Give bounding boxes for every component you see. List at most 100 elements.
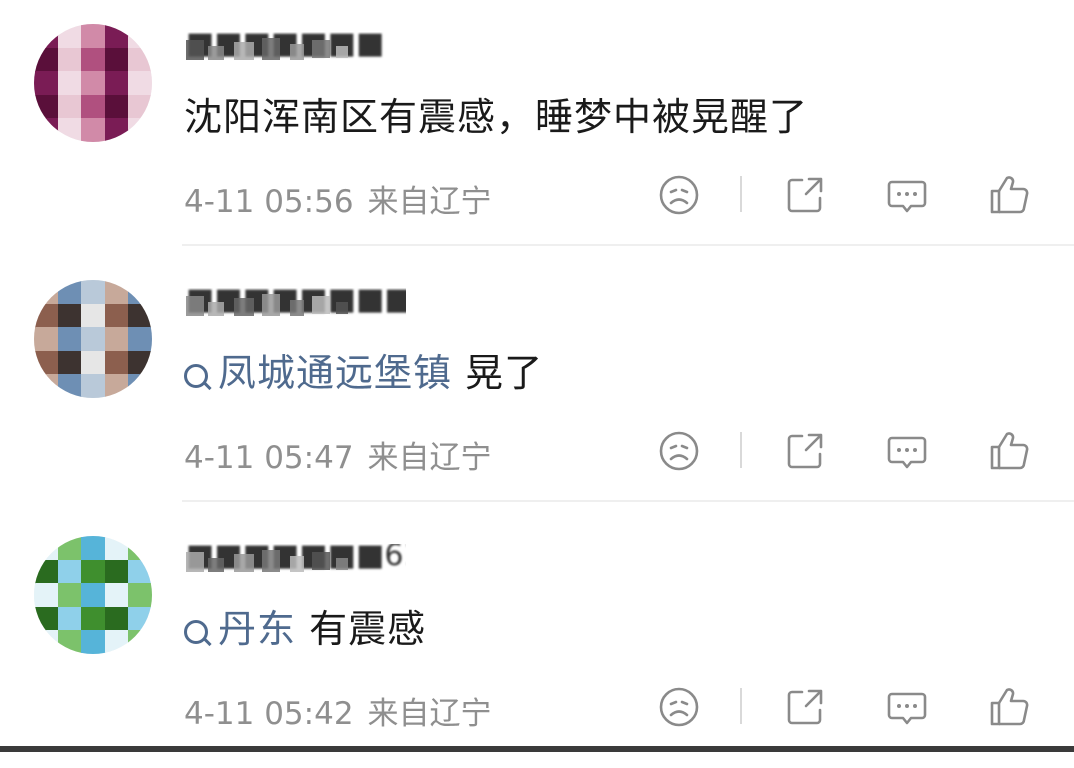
avatar-pixel (128, 630, 152, 654)
avatar-pixel (81, 374, 106, 398)
avatar-pixel (57, 327, 83, 352)
avatar-pixel (81, 303, 106, 329)
avatar-pixel (57, 47, 83, 73)
share-icon[interactable] (782, 684, 828, 730)
avatar-pixel (104, 350, 130, 376)
avatar-pixel (57, 118, 83, 142)
avatar-pixel (57, 280, 83, 305)
avatar-pixel (34, 630, 59, 654)
divider (182, 244, 1074, 246)
dislike-face-icon[interactable] (656, 172, 702, 218)
avatar-pixel (34, 583, 59, 608)
avatar-pixel (81, 350, 106, 376)
comment-text: 丹东 有震感 (184, 598, 426, 653)
avatar-pixel (128, 118, 152, 142)
username[interactable]: ■■■■■■■■ky (186, 288, 406, 318)
avatar-pixel (34, 71, 59, 96)
avatar-pixel (104, 71, 130, 96)
avatar-pixel (104, 24, 130, 49)
avatar-pixel (34, 280, 59, 305)
comment-icon[interactable] (884, 172, 930, 218)
avatar-pixel (128, 303, 152, 329)
comment-icon[interactable] (884, 684, 930, 730)
action-bar (650, 428, 1050, 474)
dislike-face-icon[interactable] (656, 428, 702, 474)
avatar-pixel (57, 94, 83, 120)
comment-meta: 4-11 05:47 来自辽宁 (184, 432, 506, 477)
avatar-pixel (104, 374, 130, 398)
bottom-edge (0, 746, 1074, 752)
avatar-pixel (104, 559, 130, 585)
avatar-pixel (128, 94, 152, 120)
avatar-pixel (34, 47, 59, 73)
location: 来自辽宁 (367, 696, 492, 732)
avatar-pixel (34, 350, 59, 376)
comment-text: 凤城通远堡镇 晃了 (184, 342, 543, 397)
avatar-pixel (34, 118, 59, 142)
like-thumb-icon[interactable] (986, 428, 1032, 474)
avatar-pixel (34, 536, 59, 561)
avatar[interactable] (34, 280, 152, 398)
action-bar (650, 172, 1050, 218)
timestamp: 4-11 05:47 (184, 440, 354, 476)
username-mosaic (290, 556, 304, 572)
avatar-pixel (81, 583, 106, 608)
avatar-pixel (57, 630, 83, 654)
avatar-pixel (128, 374, 152, 398)
avatar-pixel (57, 303, 83, 329)
search-icon (184, 364, 208, 388)
like-thumb-icon[interactable] (986, 172, 1032, 218)
timestamp: 4-11 05:56 (184, 184, 354, 220)
comment-meta: 4-11 05:56 来自辽宁 (184, 176, 506, 221)
avatar-pixel (81, 118, 106, 142)
avatar[interactable] (34, 536, 152, 654)
avatar-pixel (128, 559, 152, 585)
avatar-pixel (128, 47, 152, 73)
share-icon[interactable] (782, 172, 828, 218)
avatar-pixel (81, 94, 106, 120)
share-icon[interactable] (782, 428, 828, 474)
avatar-pixel (34, 374, 59, 398)
dislike-face-icon[interactable] (656, 684, 702, 730)
avatar-pixel (81, 559, 106, 585)
username-mosaic (290, 300, 304, 316)
timestamp: 4-11 05:42 (184, 696, 354, 732)
topic-label: 丹东 (218, 607, 297, 651)
avatar-pixel (57, 536, 83, 561)
avatar-pixel (128, 280, 152, 305)
topic-link[interactable]: 丹东 (184, 607, 296, 651)
avatar-pixel (57, 606, 83, 632)
avatar-pixel (34, 94, 59, 120)
avatar[interactable] (34, 24, 152, 142)
username-mosaic (336, 558, 348, 570)
username-mosaic (186, 296, 204, 316)
avatar-pixel (81, 280, 106, 305)
username-mosaic (262, 38, 280, 60)
comment-icon[interactable] (884, 428, 930, 474)
topic-label: 凤城通远堡镇 (218, 351, 453, 395)
avatar-pixel (128, 536, 152, 561)
username-mosaic (336, 46, 348, 58)
username-mosaic (234, 554, 254, 572)
username[interactable]: ■■■■■■■614 (186, 544, 406, 574)
username[interactable]: ■■■■■■■ (186, 32, 406, 62)
avatar-pixel (104, 47, 130, 73)
avatar-pixel (104, 327, 130, 352)
comment-body: 沈阳浑南区有震感，睡梦中被晃醒了 (184, 95, 809, 139)
avatar-pixel (57, 350, 83, 376)
topic-link[interactable]: 凤城通远堡镇 (184, 351, 452, 395)
avatar-pixel (57, 559, 83, 585)
comment-item: ■■■■■■■ 沈阳浑南区有震感，睡梦中被晃醒了 4-11 05:56 来自辽宁 (0, 0, 1074, 256)
avatar-pixel (81, 24, 106, 49)
username-mosaic (312, 40, 330, 58)
avatar-pixel (81, 630, 106, 654)
username-mosaic (234, 42, 254, 60)
username-mosaic (186, 40, 204, 60)
avatar-pixel (81, 47, 106, 73)
location: 来自辽宁 (367, 184, 492, 220)
username-mosaic (262, 550, 280, 572)
avatar-pixel (104, 280, 130, 305)
avatar-pixel (34, 327, 59, 352)
action-separator (740, 176, 742, 212)
like-thumb-icon[interactable] (986, 684, 1032, 730)
